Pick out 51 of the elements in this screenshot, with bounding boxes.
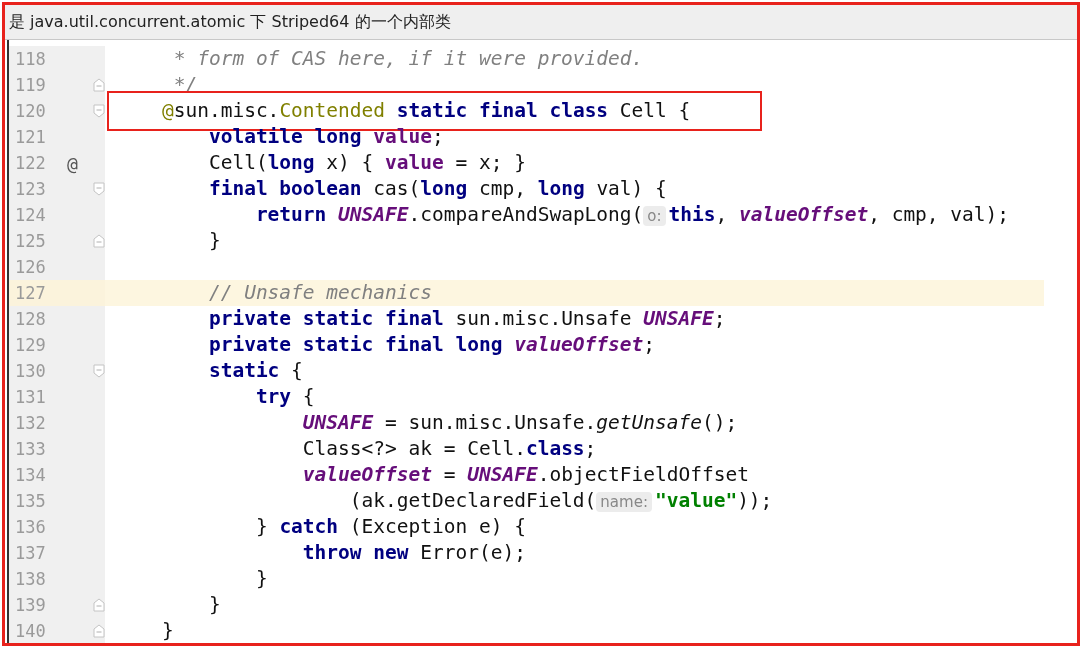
fold-end-icon[interactable]: [93, 78, 105, 92]
code-line: private static final sun.misc.Unsafe UNSAFE;: [207, 307, 726, 331]
fold-icon[interactable]: [93, 104, 105, 118]
code-line: throw new Error(e);: [301, 541, 526, 565]
code-line: (ak.getDeclaredField( name: "value"));: [348, 488, 773, 514]
line-number: 139: [14, 595, 47, 615]
line-number: 130: [14, 361, 47, 381]
line-number: 127: [14, 283, 47, 303]
fold-end-icon[interactable]: [93, 624, 105, 638]
code-line: * form of CAS here, if it were provided.: [172, 47, 644, 71]
code-line: valueOffset = UNSAFE.objectFieldOffset: [301, 463, 749, 487]
line-number: 125: [14, 231, 47, 251]
code-line: static {: [207, 359, 303, 383]
line-number: 134: [14, 465, 47, 485]
line-number: 124: [14, 205, 47, 225]
code-line: private static final long valueOffset;: [207, 333, 656, 357]
line-number: 118: [14, 49, 47, 69]
line-number: 132: [14, 413, 47, 433]
code-line: UNSAFE = sun.misc.Unsafe.getUnsafe();: [301, 411, 738, 435]
line-number: 122: [14, 153, 47, 173]
line-number: 128: [14, 309, 47, 329]
code-line: }: [207, 229, 221, 253]
line-number: 119: [14, 75, 47, 95]
line-number: 126: [14, 257, 47, 277]
code-line: Cell(long x) { value = x; }: [207, 151, 526, 175]
code-line: }: [254, 567, 268, 591]
code-line: return UNSAFE.compareAndSwapLong( o: this, valueOffset, cmp, val);: [254, 202, 1010, 228]
line-number: 135: [14, 491, 47, 511]
line-number: 136: [14, 517, 47, 537]
code-line: final boolean cas(long cmp, long val) {: [207, 177, 667, 201]
code-line: try {: [254, 385, 315, 409]
fold-icon[interactable]: [93, 182, 105, 196]
fold-icon[interactable]: [93, 364, 105, 378]
fold-end-icon[interactable]: [93, 598, 105, 612]
code-line: // Unsafe mechanics: [207, 281, 432, 305]
gutter-mark[interactable]: @: [63, 152, 78, 174]
caption-text: 是 java.util.concurrent.atomic 下 Striped64 的一个内部类: [5, 5, 1077, 40]
line-number: 123: [14, 179, 47, 199]
line-number: 133: [14, 439, 47, 459]
line-number: 140: [14, 621, 47, 641]
line-number: 138: [14, 569, 47, 589]
code-line: } catch (Exception e) {: [254, 515, 526, 539]
code-line: Class<?> ak = Cell.class;: [301, 437, 597, 461]
code-line: }: [160, 619, 174, 643]
fold-end-icon[interactable]: [93, 234, 105, 248]
line-number: 131: [14, 387, 47, 407]
line-number: 129: [14, 335, 47, 355]
line-number: 120: [14, 101, 47, 121]
line-number: 121: [14, 127, 47, 147]
code-line: }: [207, 593, 221, 617]
line-number: 137: [14, 543, 47, 563]
